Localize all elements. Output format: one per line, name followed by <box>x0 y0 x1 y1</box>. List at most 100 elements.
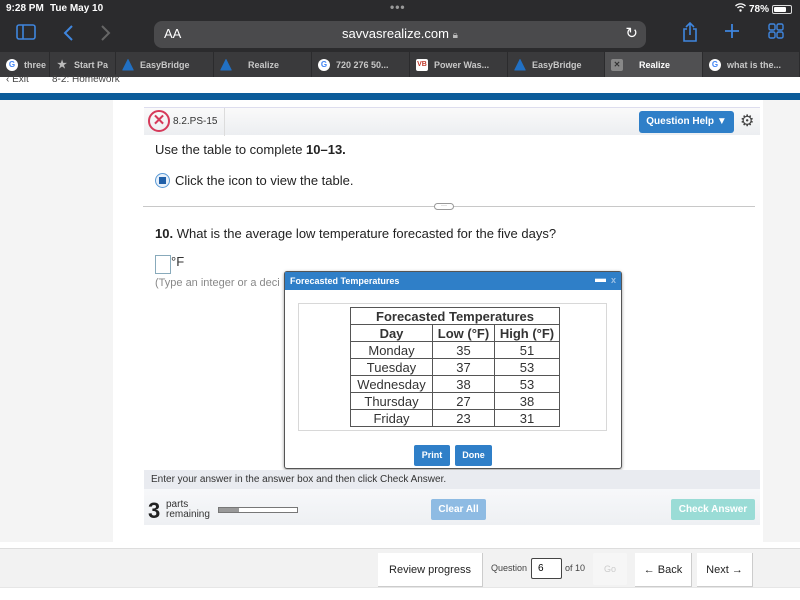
close-tab-icon[interactable]: ✕ <box>611 58 623 71</box>
page-header: ‹ Exit 8-2: Homework <box>0 74 800 92</box>
dialog-title: Forecasted Temperatures <box>290 276 400 286</box>
day-cell: Friday <box>350 409 433 427</box>
next-button[interactable]: Next → <box>697 553 753 587</box>
view-table-text: Click the icon to view the table. <box>175 173 354 188</box>
battery-icon <box>772 4 792 14</box>
table-caption: Forecasted Temperatures <box>350 307 560 325</box>
google-icon: G <box>6 58 18 71</box>
new-tab-icon[interactable] <box>724 23 740 43</box>
print-button[interactable]: Print <box>414 445 450 466</box>
answer-hint: (Type an integer or a deci <box>155 277 280 289</box>
low-cell: 23 <box>432 409 495 427</box>
minimize-icon[interactable]: ▬ <box>595 273 606 285</box>
forward-nav-icon[interactable] <box>100 24 112 46</box>
day-cell: Thursday <box>350 392 433 410</box>
day-cell: Tuesday <box>350 358 433 376</box>
browser-tab[interactable]: VB Power Was... <box>410 52 508 77</box>
clear-all-button[interactable]: Clear All <box>431 499 486 520</box>
tab-label: Power Was... <box>434 59 490 70</box>
question-number-input[interactable]: 6 <box>531 558 562 579</box>
google-icon: G <box>709 58 721 71</box>
low-cell: 27 <box>432 392 495 410</box>
tab-label: three <box>24 59 47 70</box>
easybridge-icon <box>514 58 526 71</box>
high-cell: 51 <box>494 341 560 359</box>
tab-label: Start Pa <box>74 59 109 70</box>
share-icon[interactable] <box>682 21 698 46</box>
instruction-range: 10–13. <box>306 142 346 157</box>
table-row: Tuesday 37 53 <box>350 358 560 376</box>
table-row: Friday 23 31 <box>350 409 560 427</box>
answer-instruction: Enter your answer in the answer box and … <box>144 470 760 489</box>
question-label: Question <box>491 563 528 573</box>
browser-tab[interactable]: Realize <box>214 52 312 77</box>
browser-tab[interactable]: EasyBridge <box>508 52 605 77</box>
low-cell: 37 <box>432 358 495 376</box>
go-button[interactable]: Go <box>593 553 627 585</box>
realize-icon <box>220 58 232 71</box>
caret-down-icon: ▼ <box>716 116 727 127</box>
tab-label: EasyBridge <box>140 59 190 70</box>
review-progress-button[interactable]: Review progress <box>378 553 483 587</box>
ios-status-bar: 9:28 PM Tue May 10 ••• 78% <box>0 0 800 18</box>
answer-input[interactable] <box>155 255 171 274</box>
address-bar[interactable]: AA savvasrealize.com 🔒︎ ↻ <box>154 21 646 48</box>
battery-percent: 78% <box>748 3 769 15</box>
exit-label: Exit <box>12 74 29 85</box>
easybridge-icon <box>122 58 134 71</box>
url-text[interactable]: savvasrealize.com <box>342 26 449 41</box>
question-help-label: Question Help <box>646 116 715 127</box>
day-cell: Monday <box>350 341 433 359</box>
tab-overview-icon[interactable] <box>768 23 784 43</box>
reload-icon[interactable]: ↻ <box>625 24 638 42</box>
lock-icon: 🔒︎ <box>452 30 458 41</box>
high-cell: 53 <box>494 358 560 376</box>
column-header: Day <box>350 324 433 342</box>
check-answer-button[interactable]: Check Answer <box>671 499 755 520</box>
sidebar-toggle-icon[interactable] <box>16 24 36 44</box>
browser-tab-active[interactable]: ✕ Realize <box>605 52 703 77</box>
status-time: 9:28 PM <box>6 3 44 14</box>
tab-label: Realize <box>248 59 280 70</box>
browser-tab[interactable]: EasyBridge <box>116 52 214 77</box>
table-row: Monday 35 51 <box>350 341 560 359</box>
browser-toolbar: AA savvasrealize.com 🔒︎ ↻ <box>0 18 800 52</box>
parts-bar: 3 parts remaining Clear All Check Answer <box>144 489 760 525</box>
parts-label: parts remaining <box>166 500 210 520</box>
browser-tab[interactable]: G 720 276 50... <box>312 52 410 77</box>
day-cell: Wednesday <box>350 375 433 393</box>
table-row: Thursday 27 38 <box>350 392 560 410</box>
view-table-icon[interactable] <box>155 173 170 188</box>
question-id: 8.2.PS-15 <box>173 116 218 127</box>
high-cell: 31 <box>494 409 560 427</box>
question-total: of 10 <box>565 563 586 573</box>
parts-progress-bar <box>218 507 298 513</box>
resize-handle[interactable]: ··· <box>434 203 454 210</box>
temperature-table: Forecasted Temperatures Day Low (°F) Hig… <box>350 307 560 427</box>
question-help-button[interactable]: Question Help ▼ <box>639 111 734 133</box>
done-button[interactable]: Done <box>455 445 492 466</box>
browser-tab[interactable]: Gwhat is the... <box>703 52 800 77</box>
vb-icon: VB <box>416 58 428 71</box>
breadcrumb: 8-2: Homework <box>52 74 120 85</box>
gear-icon[interactable]: ⚙ <box>740 111 754 131</box>
column-header: Low (°F) <box>432 324 495 342</box>
question-number: 10. <box>155 226 174 241</box>
close-icon[interactable]: x <box>611 275 616 285</box>
back-nav-icon[interactable] <box>62 24 74 46</box>
high-cell: 38 <box>494 392 560 410</box>
high-cell: 53 <box>494 375 560 393</box>
browser-tab-bar: Gthree ★ Start Pa EasyBridge Realize G 720… <box>0 52 800 77</box>
instruction-prefix: Use the table to complete <box>155 142 307 157</box>
incorrect-icon: ✕ <box>148 110 170 132</box>
column-header: High (°F) <box>494 324 560 342</box>
status-date: Tue May 10 <box>50 3 104 14</box>
question-text: 10. What is the average low temperature … <box>155 226 556 241</box>
multitasking-dots-icon[interactable]: ••• <box>390 0 406 14</box>
tab-label: what is the... <box>727 59 782 70</box>
wifi-icon <box>735 3 746 15</box>
dialog-title-bar[interactable]: Forecasted Temperatures ▬ x <box>285 272 621 290</box>
forecast-dialog: Forecasted Temperatures ▬ x Forecasted T… <box>284 271 622 469</box>
back-button[interactable]: ← Back <box>635 553 692 587</box>
exit-link[interactable]: ‹ Exit <box>6 74 29 85</box>
